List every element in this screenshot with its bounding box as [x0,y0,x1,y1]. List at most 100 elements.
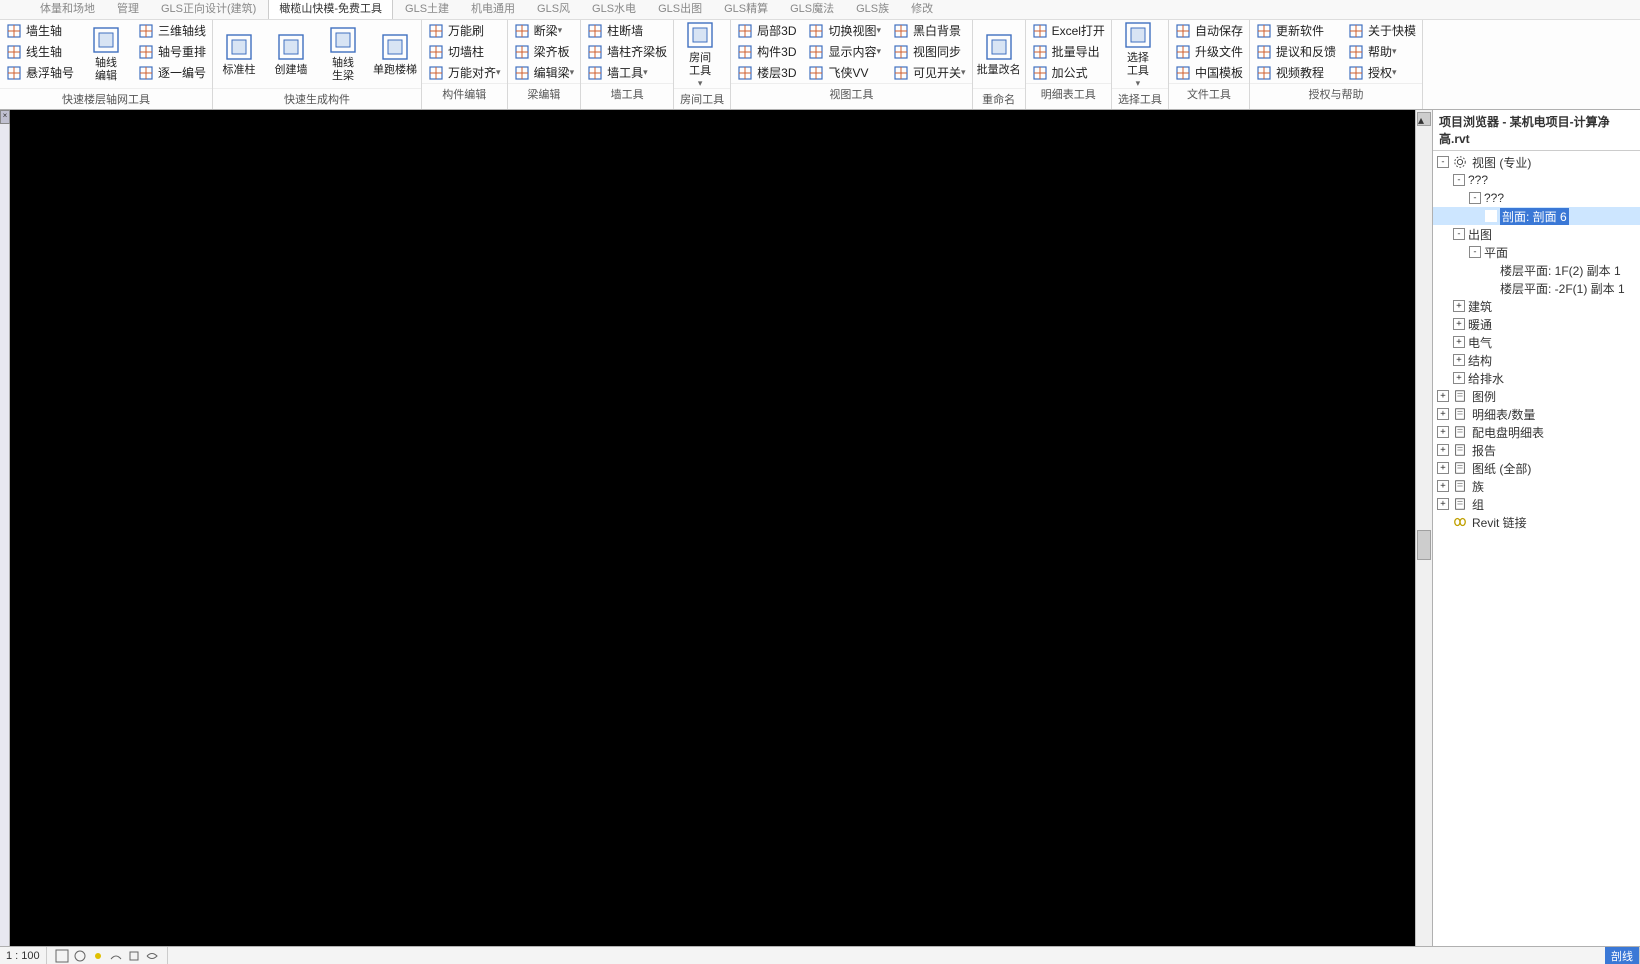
viewport-scrollbar[interactable]: ▴ ▾ [1415,110,1432,964]
tree-node[interactable]: +族 [1433,477,1640,495]
tree-node[interactable]: +报告 [1433,441,1640,459]
btn-beam-align-slab[interactable]: 梁齐板 [508,41,581,62]
btn-about[interactable]: 关于快模 [1342,20,1422,41]
btn-axis-rearrange[interactable]: 轴号重排 [132,41,212,62]
btn-display-content[interactable]: 显示内容 [802,41,887,62]
tree-expander-icon[interactable]: - [1469,192,1481,204]
btn-china-template[interactable]: 中国模板 [1169,62,1249,83]
tree-expander-icon[interactable]: + [1437,498,1449,510]
btn-brush[interactable]: 万能刷 [422,20,507,41]
btn-local-3d[interactable]: 局部3D [731,20,802,41]
tree-expander-icon[interactable]: - [1453,174,1465,186]
btn-3d-axis[interactable]: 三维轴线 [132,20,212,41]
btn-wall-col-align[interactable]: 墙柱齐梁板 [581,41,673,62]
tree-expander-icon[interactable] [1485,264,1497,276]
tree-node[interactable]: +电气 [1433,333,1640,351]
btn-feixia-vv[interactable]: 飞侠VV [802,62,887,83]
btn-col-break-wall[interactable]: 柱断墙 [581,20,673,41]
tree-node[interactable]: -视图 (专业) [1433,153,1640,171]
ribbon-tab[interactable]: 体量和场地 [30,0,105,19]
ribbon-tab[interactable]: 修改 [901,0,943,19]
btn-wall-tools[interactable]: 墙工具 [581,62,673,83]
btn-cut-wall-col[interactable]: 切墙柱 [422,41,507,62]
tree-expander-icon[interactable]: + [1453,300,1465,312]
btn-axis-edit[interactable]: 轴线编辑 [80,20,132,88]
btn-wall-axis[interactable]: 墙生轴 [0,20,80,41]
status-right[interactable]: 剖线 [1605,947,1640,964]
btn-update[interactable]: 更新软件 [1250,20,1342,41]
btn-bw-bg[interactable]: 黑白背景 [887,20,972,41]
tree-node[interactable]: 楼层平面: 1F(2) 副本 1 [1433,261,1640,279]
tree-node[interactable]: -出图 [1433,225,1640,243]
tree-node[interactable]: 剖面: 剖面 6 [1433,207,1640,225]
tree-expander-icon[interactable]: + [1437,462,1449,474]
tree-node[interactable]: +图例 [1433,387,1640,405]
tree-expander-icon[interactable]: + [1437,444,1449,456]
tree-expander-icon[interactable]: + [1437,408,1449,420]
project-browser-tree[interactable]: -视图 (专业)-???-???剖面: 剖面 6-出图-平面楼层平面: 1F(2… [1433,151,1640,964]
tree-node[interactable]: +建筑 [1433,297,1640,315]
tree-node[interactable]: +明细表/数量 [1433,405,1640,423]
ribbon-tab[interactable]: 管理 [107,0,149,19]
btn-float-axis[interactable]: 悬浮轴号 [0,62,80,83]
ribbon-tab[interactable]: GLS水电 [582,0,646,19]
shadow-icon[interactable] [109,949,123,963]
ribbon-tab[interactable]: GLS风 [527,0,580,19]
btn-floor-3d[interactable]: 楼层3D [731,62,802,83]
btn-visibility[interactable]: 可见开关 [887,62,972,83]
tree-expander-icon[interactable]: + [1453,336,1465,348]
tree-expander-icon[interactable]: + [1453,318,1465,330]
tree-expander-icon[interactable] [1437,516,1449,528]
btn-create-wall[interactable]: 创建墙 [265,20,317,88]
tree-node[interactable]: +给排水 [1433,369,1640,387]
btn-license[interactable]: 授权 [1342,62,1422,83]
tree-node[interactable]: Revit 链接 [1433,513,1640,531]
status-icons[interactable] [47,947,168,964]
tree-node[interactable]: 楼层平面: -2F(1) 副本 1 [1433,279,1640,297]
btn-element-3d[interactable]: 构件3D [731,41,802,62]
tree-node[interactable]: +配电盘明细表 [1433,423,1640,441]
tree-expander-icon[interactable]: + [1437,480,1449,492]
detail-level-icon[interactable] [55,949,69,963]
sun-path-icon[interactable] [91,949,105,963]
ribbon-tab[interactable]: GLS魔法 [780,0,844,19]
status-zoom[interactable]: 1 : 100 [0,947,47,964]
scroll-up-button[interactable]: ▴ [1417,112,1431,126]
palette-knob[interactable]: × [0,110,10,124]
btn-video[interactable]: 视频教程 [1250,62,1342,83]
hide-icon[interactable] [145,949,159,963]
btn-stairs[interactable]: 单跑楼梯 [369,20,421,88]
ribbon-tab[interactable]: 橄榄山快模-免费工具 [268,0,393,19]
crop-icon[interactable] [127,949,141,963]
btn-align[interactable]: 万能对齐 [422,62,507,83]
tree-node[interactable]: -平面 [1433,243,1640,261]
tree-expander-icon[interactable]: - [1469,246,1481,258]
btn-autosave[interactable]: 自动保存 [1169,20,1249,41]
tree-expander-icon[interactable]: + [1437,390,1449,402]
ribbon-tab[interactable]: GLS族 [846,0,899,19]
btn-feedback[interactable]: 提议和反馈 [1250,41,1342,62]
btn-batch-export[interactable]: 批量导出 [1026,41,1111,62]
btn-view-sync[interactable]: 视图同步 [887,41,972,62]
tree-expander-icon[interactable]: - [1437,156,1449,168]
btn-upgrade[interactable]: 升级文件 [1169,41,1249,62]
tree-expander-icon[interactable]: - [1453,228,1465,240]
btn-excel-open[interactable]: Excel打开 [1026,20,1111,41]
tree-node[interactable]: -??? [1433,171,1640,189]
ribbon-tab[interactable]: GLS土建 [395,0,459,19]
ribbon-tab[interactable]: GLS精算 [714,0,778,19]
tree-expander-icon[interactable]: + [1437,426,1449,438]
tree-node[interactable]: +组 [1433,495,1640,513]
btn-room-tools[interactable]: 房间 工具 [674,20,726,88]
btn-switch-view[interactable]: 切换视图 [802,20,887,41]
btn-batch-rename[interactable]: 批量改名 [973,20,1025,88]
tree-node[interactable]: +图纸 (全部) [1433,459,1640,477]
ribbon-tab[interactable]: 机电通用 [461,0,525,19]
ribbon-tab[interactable]: GLS正向设计(建筑) [151,0,266,19]
left-palette-strip[interactable]: × [0,110,10,964]
btn-add-formula[interactable]: 加公式 [1026,62,1111,83]
tree-expander-icon[interactable] [1485,282,1497,294]
btn-line-axis[interactable]: 线生轴 [0,41,80,62]
tree-expander-icon[interactable]: + [1453,354,1465,366]
tree-node[interactable]: -??? [1433,189,1640,207]
